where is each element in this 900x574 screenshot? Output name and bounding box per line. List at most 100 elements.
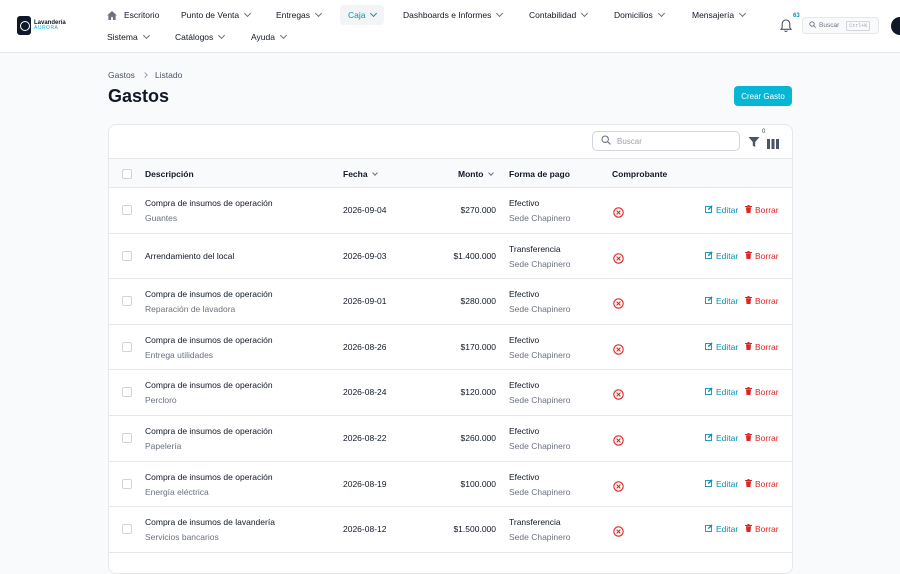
nav-item-sistema[interactable]: Sistema bbox=[107, 28, 150, 46]
branch-name: Sede Chapinero bbox=[509, 441, 571, 451]
description-cell: Compra de insumos de operación Guantes bbox=[145, 198, 273, 223]
payment-cell: Efectivo Sede Chapinero bbox=[509, 198, 570, 223]
select-all-checkbox[interactable] bbox=[122, 169, 132, 179]
no-receipt-icon bbox=[613, 387, 624, 401]
branch-name: Sede Chapinero bbox=[509, 213, 571, 223]
table-row: Arrendamiento del local 2026-09-03 $1.400.… bbox=[109, 234, 792, 280]
nav-item-label: Caja bbox=[348, 10, 366, 20]
description-cell: Arrendamiento del local bbox=[145, 251, 234, 261]
nav-item-dashboards[interactable]: Dashboards e Informes bbox=[403, 6, 504, 24]
row-checkbox[interactable] bbox=[122, 387, 132, 398]
chevron-right-icon bbox=[142, 72, 148, 78]
table-search-input[interactable]: Buscar bbox=[592, 131, 740, 151]
delete-button[interactable]: Borrar bbox=[745, 524, 779, 534]
edit-label: Editar bbox=[716, 341, 739, 352]
nav-item-label: Punto de Venta bbox=[181, 10, 240, 20]
column-header-amount[interactable]: Monto bbox=[458, 159, 494, 189]
branch-name: Sede Chapinero bbox=[509, 532, 571, 543]
columns-icon[interactable] bbox=[767, 136, 779, 149]
delete-button[interactable]: Borrar bbox=[745, 205, 779, 215]
edit-button[interactable]: Editar bbox=[705, 205, 738, 215]
nav-item-label: Mensajería bbox=[692, 10, 735, 20]
table-header: Descripción Fecha Monto Forma de pago Co… bbox=[109, 158, 792, 189]
chevron-down-icon bbox=[244, 9, 252, 18]
description-cell: Compra de insumos de operación Entrega ut… bbox=[145, 335, 273, 360]
row-checkbox[interactable] bbox=[122, 478, 132, 489]
row-checkbox[interactable] bbox=[122, 433, 132, 443]
edit-button[interactable]: Editar bbox=[705, 251, 738, 261]
column-header-label: Forma de pago bbox=[509, 169, 570, 179]
expense-detail: Reparación de lavadora bbox=[145, 304, 236, 315]
nav-item-catalogos[interactable]: Catálogos bbox=[175, 28, 226, 46]
edit-button[interactable]: Editar bbox=[705, 479, 738, 489]
nav-item-punto-de-venta[interactable]: Punto de Venta bbox=[181, 6, 252, 24]
expense-description: Compra de insumos de operación bbox=[145, 471, 273, 482]
nav-item-escritorio[interactable]: Escritorio bbox=[107, 6, 159, 24]
payment-cell: Efectivo Sede Chapinero bbox=[509, 472, 570, 497]
expense-detail: Papelería bbox=[145, 441, 182, 451]
nav-item-caja[interactable]: Caja bbox=[340, 5, 385, 25]
column-header-label: Monto bbox=[458, 169, 484, 179]
edit-icon bbox=[705, 433, 713, 443]
edit-label: Editar bbox=[716, 478, 739, 489]
payment-method: Efectivo bbox=[509, 334, 540, 345]
user-avatar[interactable] bbox=[891, 17, 900, 35]
edit-button[interactable]: Editar bbox=[705, 433, 738, 443]
delete-button[interactable]: Borrar bbox=[745, 478, 779, 489]
payment-method: Efectivo bbox=[509, 471, 540, 482]
edit-icon bbox=[705, 296, 713, 306]
expense-amount: $1.500.000 bbox=[453, 524, 496, 535]
nav-item-mensajeria[interactable]: Mensajería bbox=[692, 6, 747, 24]
payment-cell: Efectivo Sede Chapinero bbox=[509, 289, 570, 314]
breadcrumb-parent-link[interactable]: Gastos bbox=[108, 70, 135, 80]
trash-icon bbox=[745, 433, 752, 443]
payment-cell: Transferencia Sede Chapinero bbox=[509, 244, 570, 269]
branch-name: Sede Chapinero bbox=[509, 304, 571, 315]
delete-label: Borrar bbox=[755, 387, 779, 398]
row-checkbox[interactable] bbox=[122, 341, 132, 352]
chevron-down-icon bbox=[279, 31, 287, 40]
nav-item-ayuda[interactable]: Ayuda bbox=[251, 28, 287, 46]
row-checkbox[interactable] bbox=[122, 524, 132, 535]
edit-button[interactable]: Editar bbox=[705, 524, 738, 534]
nav-item-contabilidad[interactable]: Contabilidad bbox=[529, 6, 589, 24]
delete-label: Borrar bbox=[755, 250, 779, 261]
no-receipt-icon bbox=[613, 433, 624, 446]
delete-button[interactable]: Borrar bbox=[745, 433, 779, 443]
expense-description: Compra de insumos de operación bbox=[145, 426, 273, 436]
expense-detail: Percloro bbox=[145, 395, 177, 406]
column-header-date[interactable]: Fecha bbox=[343, 159, 378, 189]
filter-icon[interactable] bbox=[748, 135, 760, 147]
edit-button[interactable]: Editar bbox=[705, 387, 738, 397]
nav-item-label: Escritorio bbox=[124, 10, 160, 20]
delete-button[interactable]: Borrar bbox=[745, 341, 779, 352]
bell-icon[interactable] bbox=[779, 19, 793, 33]
sort-icon bbox=[371, 169, 378, 176]
edit-button[interactable]: Editar bbox=[705, 296, 738, 306]
nav-item-entregas[interactable]: Entregas bbox=[276, 6, 323, 24]
table-row: Compra de insumos de operación Entrega ut… bbox=[109, 325, 792, 371]
table-row: Compra de insumos de operación Papelería 2… bbox=[109, 416, 792, 462]
filter-count-badge: 0 bbox=[762, 129, 766, 135]
chevron-down-icon bbox=[142, 31, 150, 40]
row-checkbox[interactable] bbox=[122, 205, 132, 215]
delete-button[interactable]: Borrar bbox=[745, 296, 779, 306]
delete-button[interactable]: Borrar bbox=[745, 387, 779, 397]
nav-item-label: Dashboards e Informes bbox=[403, 10, 492, 20]
row-checkbox[interactable] bbox=[122, 250, 132, 261]
expense-description: Compra de insumos de operación bbox=[145, 289, 273, 300]
expenses-table-card: Buscar 0 Descripción Fecha Monto Forma d… bbox=[108, 124, 793, 574]
nav-item-domicilios[interactable]: Domicilios bbox=[614, 6, 665, 24]
chevron-down-icon bbox=[581, 9, 589, 18]
global-search[interactable]: Buscar Ctrl+K bbox=[802, 17, 879, 34]
row-checkbox[interactable] bbox=[122, 296, 132, 307]
delete-button[interactable]: Borrar bbox=[745, 250, 779, 261]
breadcrumb-current: Listado bbox=[154, 70, 183, 80]
brand-logo[interactable]: Lavandería AURORA bbox=[17, 16, 66, 35]
edit-button[interactable]: Editar bbox=[705, 342, 738, 352]
column-header-payment: Forma de pago bbox=[509, 159, 570, 189]
create-expense-button[interactable]: Crear Gasto bbox=[734, 86, 792, 106]
expense-description: Compra de insumos de operación bbox=[145, 380, 273, 391]
home-icon bbox=[107, 10, 117, 20]
trash-icon bbox=[745, 296, 752, 306]
